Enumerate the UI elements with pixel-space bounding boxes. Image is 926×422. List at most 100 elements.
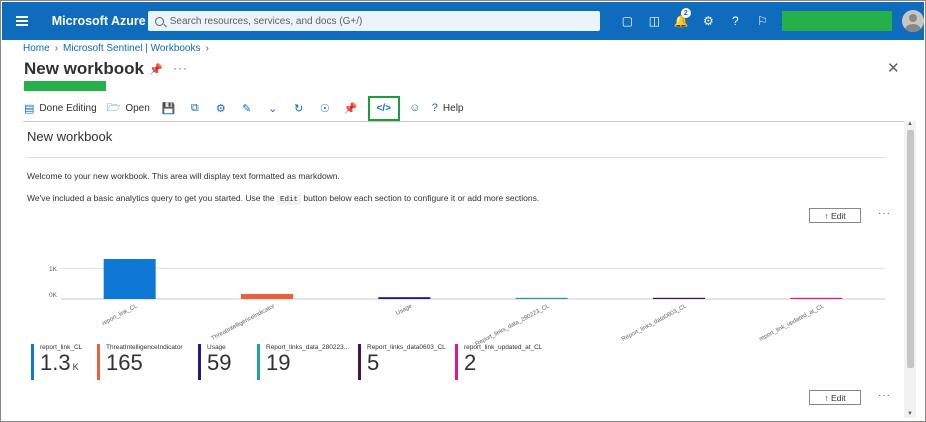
brand-label[interactable]: Microsoft Azure [52,14,146,28]
advanced-editor-button[interactable]: </> [367,95,400,121]
scroll-down-icon[interactable]: ▼ [907,411,913,417]
workbook-toolbar: ▤ Done Editing 🗁 Open 💾 ⧉ ⚙ ✎ ⌄ ↻ ☉ 📌 </… [24,95,473,121]
x-tick-label: Usage [395,303,414,317]
x-tick-label: report_link_updated_at_CL [759,303,826,343]
more-options-icon[interactable]: ··· [173,61,188,75]
edit-style-button[interactable]: ✎ [238,97,256,119]
page-title: New workbook [24,59,144,78]
done-editing-label: Done Editing [39,102,97,114]
close-icon[interactable]: ✕ [887,59,900,77]
settings-gear-icon: ⚙ [215,102,226,115]
kpi-tile[interactable]: report_link_CL 1.3 K [31,344,82,380]
topbar-icons: ▢ ◫ 🔔 2 ⚙ ? ⚐ [614,2,776,40]
intro-text-before: We've included a basic analytics query t… [27,193,275,203]
kpi-unit: K [72,362,79,372]
help-label: Help [442,102,464,114]
breadcrumb-home[interactable]: Home [23,43,50,54]
save-as-button[interactable]: ⧉ [186,97,204,119]
directory-filter-icon[interactable]: ◫ [641,2,668,40]
kpi-tile[interactable]: Usage 59 [198,344,231,380]
edit-query-button[interactable]: ↑ Edit [809,390,861,405]
search-placeholder: Search resources, services, and docs (G+… [169,15,363,27]
kpi-value: 19 [266,350,291,375]
save-as-icon: ⧉ [190,101,199,114]
menu-icon[interactable] [2,2,42,40]
feedback-icon[interactable]: ⚐ [749,2,776,40]
cloud-shell-icon[interactable]: ▢ [614,2,641,40]
document-icon: ▤ [24,102,35,115]
panel-title: New workbook [27,129,113,144]
breadcrumb-workbooks[interactable]: Microsoft Sentinel | Workbooks [63,43,200,54]
save-button[interactable]: 💾 [160,97,178,119]
kpi-tile[interactable]: Report_links_data0603_CL 5 [358,344,446,380]
x-tick-label: report_link_CL [101,303,139,327]
top-navigation-bar: Microsoft Azure Search resources, servic… [2,2,924,40]
y-tick-label: 0K [49,292,58,299]
chart-bar[interactable] [515,297,568,299]
intro-text: We've included a basic analytics query t… [27,193,539,205]
x-tick-label: ThreatIntelligenceIndicator [211,303,276,341]
subtitle-redacted [24,81,106,91]
settings-gear-icon[interactable]: ⚙ [695,2,722,40]
chart-bar[interactable] [790,297,843,299]
x-tick-label: Report_links_data0603_CL [621,303,689,343]
chevron-right-icon: › [54,43,59,54]
dropdown-button[interactable]: ⌄ [264,97,282,119]
help-button[interactable]: ? Help [432,97,464,119]
welcome-text: Welcome to your new workbook. This area … [27,171,340,181]
kpi-value: 5 [367,350,380,375]
help-icon[interactable]: ? [722,2,749,40]
kpi-value: 165 [106,350,143,375]
breadcrumb: Home › Microsoft Sentinel | Workbooks › [23,43,209,54]
edit-text-button[interactable]: ↑ Edit [809,208,861,223]
feedback-button[interactable]: ☺ [406,97,424,119]
open-label: Open [125,102,150,114]
chart-bar[interactable] [378,297,431,299]
chevron-right-icon: › [205,43,209,54]
divider [27,157,885,158]
refresh-button[interactable]: ↻ [290,97,308,119]
vertical-scrollbar[interactable]: ▲ ▼ [904,121,916,418]
scrollbar-thumb[interactable] [907,130,914,368]
save-icon: 💾 [161,102,176,115]
scroll-up-icon[interactable]: ▲ [907,121,913,127]
workbook-content-panel: New workbook Welcome to your new workboo… [23,121,915,419]
search-icon [154,16,164,26]
help-icon: ? [431,102,438,114]
search-input[interactable]: Search resources, services, and docs (G+… [147,11,600,31]
pencil-icon: ✎ [242,102,252,115]
kpi-tiles: report_link_CL 1.3 K ThreatIntelligenceIndi… [31,344,631,384]
open-button[interactable]: 🗁 Open [107,97,150,119]
notification-badge: 2 [680,8,691,18]
chart-bar[interactable] [241,293,293,299]
notifications-icon[interactable]: 🔔 2 [668,2,695,40]
share-button[interactable]: ☉ [316,97,334,119]
y-tick-label: 1K [49,266,58,273]
pin-icon: 📌 [343,102,358,115]
code-icon: </> [376,102,392,114]
pin-icon[interactable]: 📌 [149,63,163,76]
chart-bar[interactable] [653,297,705,299]
share-icon: ☉ [319,102,330,115]
x-tick-label: Report_links_data_280223_CL [475,303,551,347]
chevron-down-icon: ⌄ [268,102,278,115]
settings-button[interactable]: ⚙ [212,97,230,119]
kpi-value: 1.3 K [40,350,79,375]
pin-button[interactable]: 📌 [342,97,360,119]
avatar[interactable] [902,10,924,32]
smiley-icon: ☺ [409,102,421,114]
refresh-icon: ↻ [294,102,304,115]
bar-chart: 1K 0K report_link_CL ThreatIntelligenceIndi… [49,259,885,348]
kpi-value: 59 [207,350,232,375]
folder-open-icon: 🗁 [106,101,121,114]
kpi-tile[interactable]: ThreatIntelligenceIndicator 165 [97,344,183,380]
account-name-redacted[interactable] [781,11,893,31]
kpi-tile[interactable]: Report_links_data_280223... 19 [257,344,349,380]
kpi-tile[interactable]: report_link_updated_at_CL 2 [455,344,542,380]
section-more-icon[interactable]: ··· [878,390,891,401]
chart-bar[interactable] [103,259,156,299]
kpi-value: 2 [464,350,477,375]
intro-code: Edit [277,195,302,205]
done-editing-button[interactable]: ▤ Done Editing [24,97,97,119]
section-more-icon[interactable]: ··· [878,208,891,219]
